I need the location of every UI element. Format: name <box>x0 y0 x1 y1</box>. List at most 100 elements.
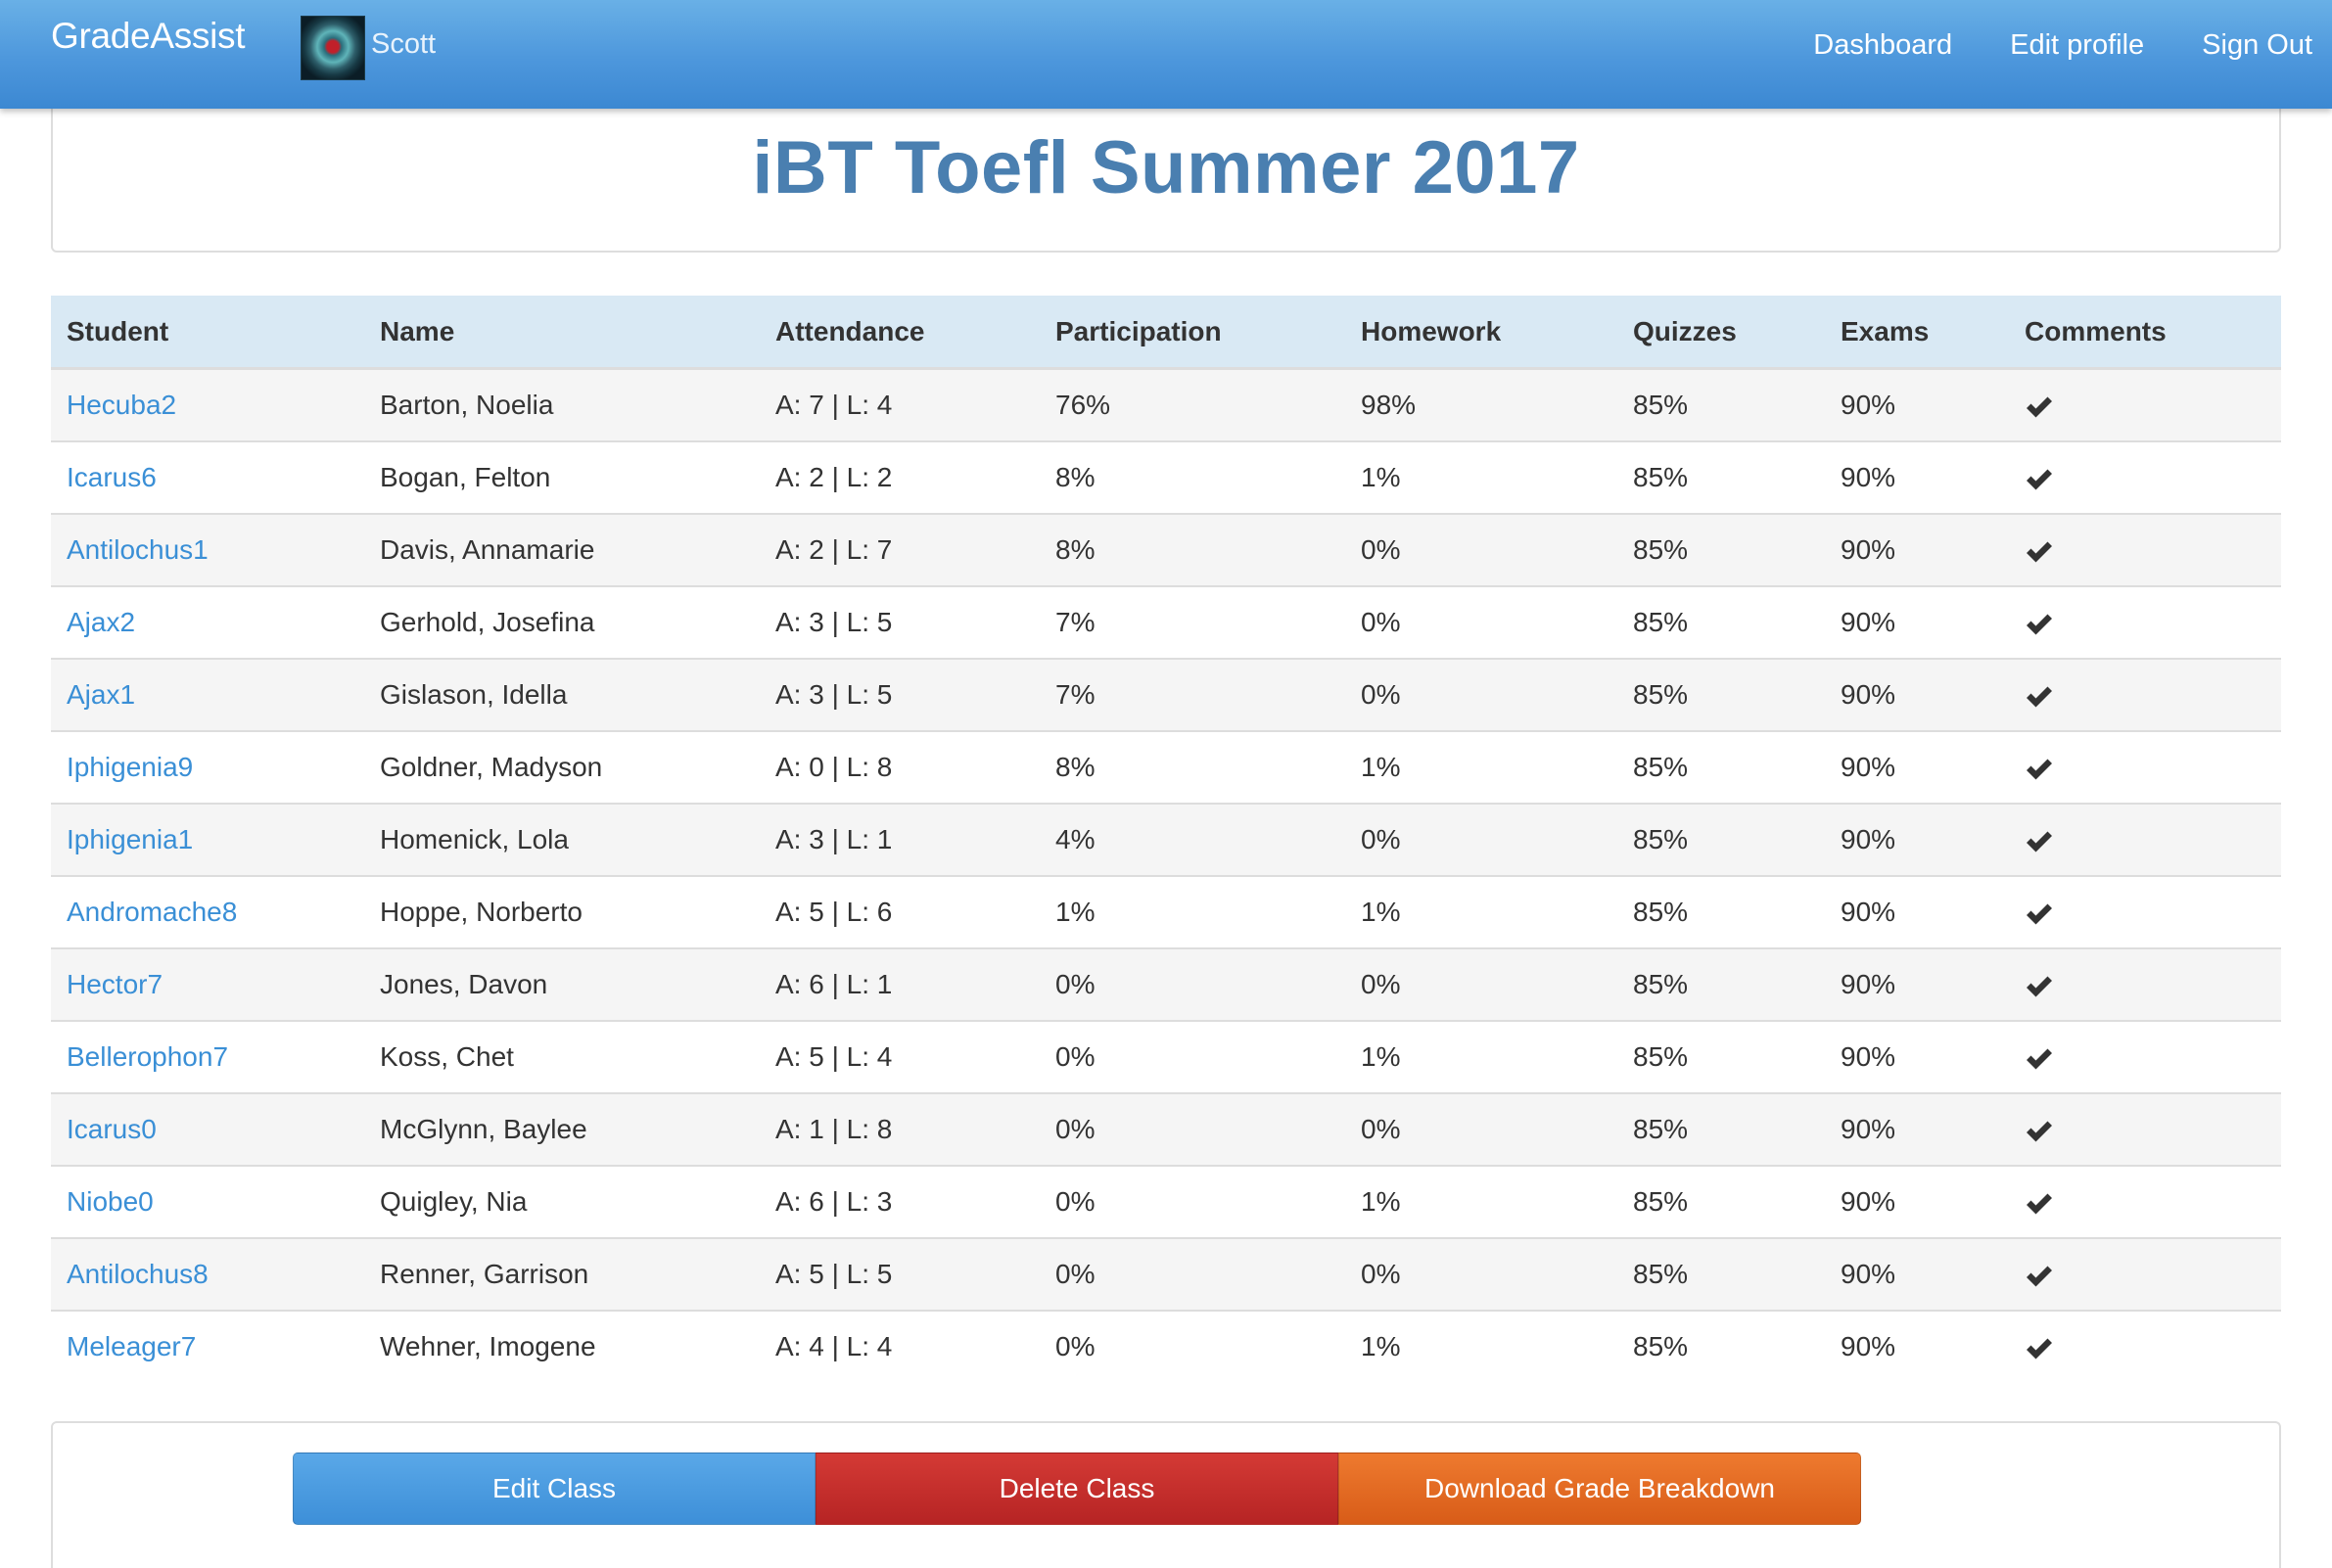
cell-comments <box>2009 659 2281 732</box>
cell-homework: 0% <box>1345 948 1617 1022</box>
nav-link-dashboard[interactable]: Dashboard <box>1813 29 1952 62</box>
table-row: Hector7 Jones, Davon A: 6 | L: 1 0% 0% 85% 90% <box>51 948 2281 1022</box>
cell-attendance: A: 2 | L: 2 <box>760 441 1040 515</box>
cell-name: McGlynn, Baylee <box>364 1093 760 1167</box>
column-header-homework: Homework <box>1345 296 1617 370</box>
cell-exams: 90% <box>1825 659 2009 732</box>
cell-quizzes: 85% <box>1617 659 1825 732</box>
check-icon[interactable] <box>2025 1192 2054 1216</box>
check-icon[interactable] <box>2025 758 2054 781</box>
cell-quizzes: 85% <box>1617 514 1825 587</box>
student-link[interactable]: Niobe0 <box>67 1186 154 1217</box>
student-link[interactable]: Iphigenia9 <box>67 752 193 782</box>
check-icon[interactable] <box>2025 395 2054 419</box>
cell-participation: 8% <box>1040 441 1345 515</box>
cell-attendance: A: 5 | L: 6 <box>760 876 1040 949</box>
cell-comments <box>2009 1311 2281 1382</box>
check-icon[interactable] <box>2025 902 2054 926</box>
cell-comments <box>2009 1093 2281 1167</box>
check-icon[interactable] <box>2025 468 2054 491</box>
check-icon[interactable] <box>2025 685 2054 709</box>
student-link[interactable]: Ajax2 <box>67 607 135 637</box>
cell-participation: 8% <box>1040 731 1345 805</box>
cell-homework: 0% <box>1345 659 1617 732</box>
avatar[interactable] <box>301 16 365 80</box>
cell-participation: 0% <box>1040 1093 1345 1167</box>
cell-homework: 0% <box>1345 1238 1617 1312</box>
check-icon[interactable] <box>2025 540 2054 564</box>
column-header-name: Name <box>364 296 760 370</box>
cell-homework: 1% <box>1345 876 1617 949</box>
table-row: Icarus0 McGlynn, Baylee A: 1 | L: 8 0% 0% 85%… <box>51 1093 2281 1167</box>
cell-student: Icarus0 <box>51 1093 364 1167</box>
cell-attendance: A: 3 | L: 1 <box>760 804 1040 877</box>
table-row: Niobe0 Quigley, Nia A: 6 | L: 3 0% 1% 85% 90% <box>51 1166 2281 1239</box>
check-icon[interactable] <box>2025 613 2054 636</box>
column-header-comments: Comments <box>2009 296 2281 370</box>
user-name[interactable]: Scott <box>371 28 436 61</box>
table-row: Antilochus8 Renner, Garrison A: 5 | L: 5 0%… <box>51 1238 2281 1312</box>
cell-homework: 0% <box>1345 804 1617 877</box>
nav-link-edit-profile[interactable]: Edit profile <box>2010 29 2144 62</box>
cell-student: Andromache8 <box>51 876 364 949</box>
column-header-exams: Exams <box>1825 296 2009 370</box>
check-icon[interactable] <box>2025 1337 2054 1360</box>
edit-class-button[interactable]: Edit Class <box>293 1453 816 1525</box>
cell-name: Gislason, Idella <box>364 659 760 732</box>
check-icon[interactable] <box>2025 1120 2054 1143</box>
student-link[interactable]: Hector7 <box>67 969 163 999</box>
column-header-participation: Participation <box>1040 296 1345 370</box>
student-link[interactable]: Ajax1 <box>67 679 135 710</box>
column-header-student: Student <box>51 296 364 370</box>
check-icon[interactable] <box>2025 1047 2054 1071</box>
check-icon[interactable] <box>2025 975 2054 998</box>
cell-homework: 1% <box>1345 1166 1617 1239</box>
student-link[interactable]: Antilochus8 <box>67 1259 209 1289</box>
cell-exams: 90% <box>1825 514 2009 587</box>
cell-student: Iphigenia1 <box>51 804 364 877</box>
cell-participation: 0% <box>1040 948 1345 1022</box>
download-grade-breakdown-button[interactable]: Download Grade Breakdown <box>1338 1453 1861 1525</box>
student-link[interactable]: Meleager7 <box>67 1331 196 1361</box>
cell-name: Wehner, Imogene <box>364 1311 760 1382</box>
student-link[interactable]: Bellerophon7 <box>67 1041 228 1072</box>
cell-exams: 90% <box>1825 1238 2009 1312</box>
cell-comments <box>2009 731 2281 805</box>
cell-student: Niobe0 <box>51 1166 364 1239</box>
cell-comments <box>2009 514 2281 587</box>
check-icon[interactable] <box>2025 830 2054 853</box>
cell-name: Quigley, Nia <box>364 1166 760 1239</box>
table-row: Meleager7 Wehner, Imogene A: 4 | L: 4 0% 1% 8… <box>51 1311 2281 1382</box>
cell-name: Jones, Davon <box>364 948 760 1022</box>
student-link[interactable]: Iphigenia1 <box>67 824 193 854</box>
cell-homework: 1% <box>1345 1311 1617 1382</box>
cell-name: Davis, Annamarie <box>364 514 760 587</box>
nav-link-sign-out[interactable]: Sign Out <box>2202 29 2312 62</box>
cell-attendance: A: 2 | L: 7 <box>760 514 1040 587</box>
cell-participation: 7% <box>1040 586 1345 660</box>
title-panel: iBT Toefl Summer 2017 <box>51 98 2281 253</box>
student-link[interactable]: Antilochus1 <box>67 534 209 565</box>
cell-attendance: A: 5 | L: 4 <box>760 1021 1040 1094</box>
student-link[interactable]: Hecuba2 <box>67 390 176 420</box>
cell-homework: 0% <box>1345 1093 1617 1167</box>
nav-links: Dashboard Edit profile Sign Out <box>1755 29 2312 62</box>
cell-participation: 8% <box>1040 514 1345 587</box>
cell-name: Renner, Garrison <box>364 1238 760 1312</box>
brand-link[interactable]: GradeAssist <box>51 16 246 57</box>
cell-quizzes: 85% <box>1617 1021 1825 1094</box>
cell-attendance: A: 3 | L: 5 <box>760 586 1040 660</box>
check-icon[interactable] <box>2025 1265 2054 1288</box>
cell-quizzes: 85% <box>1617 1093 1825 1167</box>
cell-participation: 1% <box>1040 876 1345 949</box>
cell-name: Hoppe, Norberto <box>364 876 760 949</box>
student-link[interactable]: Icarus6 <box>67 462 157 492</box>
student-link[interactable]: Andromache8 <box>67 897 237 927</box>
table-row: Hecuba2 Barton, Noelia A: 7 | L: 4 76% 98% 85… <box>51 368 2281 442</box>
cell-attendance: A: 4 | L: 4 <box>760 1311 1040 1382</box>
student-link[interactable]: Icarus0 <box>67 1114 157 1144</box>
delete-class-button[interactable]: Delete Class <box>816 1453 1338 1525</box>
table-row: Iphigenia9 Goldner, Madyson A: 0 | L: 8 8% 1… <box>51 731 2281 805</box>
cell-homework: 1% <box>1345 441 1617 515</box>
cell-exams: 90% <box>1825 1311 2009 1382</box>
